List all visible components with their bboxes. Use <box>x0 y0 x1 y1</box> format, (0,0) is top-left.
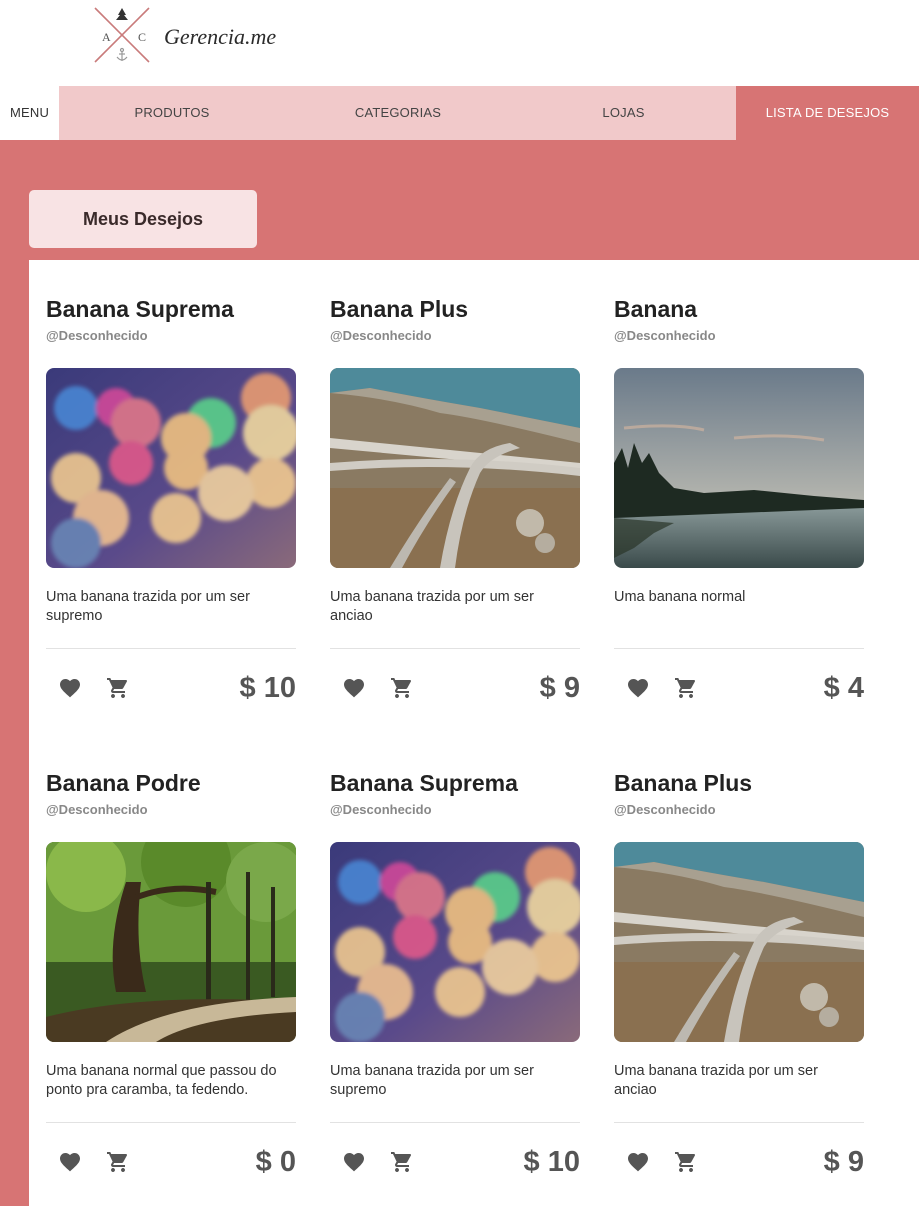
cart-icon[interactable] <box>674 1150 698 1174</box>
product-price: $ 0 <box>255 1146 296 1178</box>
product-price: $ 4 <box>823 672 864 704</box>
product-description: Uma banana trazida por um ser anciao <box>614 1063 818 1098</box>
product-card: Banana Plus @Desconhecido Uma banana tra… <box>614 768 864 1178</box>
accent-side <box>0 260 29 1206</box>
product-description: Uma banana normal <box>614 589 746 605</box>
page-title: Meus Desejos <box>29 190 257 248</box>
product-author[interactable]: @Desconhecido <box>46 327 296 345</box>
brand-name[interactable]: Gerencia.me <box>164 24 276 50</box>
product-price: $ 10 <box>239 672 296 704</box>
nav-item-lista-de-desejos[interactable]: LISTA DE DESEJOS <box>736 86 919 140</box>
product-author[interactable]: @Desconhecido <box>330 801 580 819</box>
product-author[interactable]: @Desconhecido <box>614 801 864 819</box>
product-description: Uma banana trazida por um ser anciao <box>330 589 534 624</box>
product-actions: $ 4 <box>614 668 864 708</box>
product-price: $ 10 <box>523 1146 580 1178</box>
nav-item-categorias[interactable]: CATEGORIAS <box>285 86 511 140</box>
product-actions: $ 10 <box>330 1142 580 1182</box>
product-card: Banana @Desconhecido Uma banana normal $… <box>614 294 864 704</box>
product-actions: $ 9 <box>614 1142 864 1182</box>
product-title[interactable]: Banana Suprema <box>46 294 296 324</box>
cart-icon[interactable] <box>390 676 414 700</box>
product-image[interactable] <box>46 842 296 1042</box>
product-card: Banana Podre @Desconhecido Uma banana no… <box>46 768 296 1178</box>
cart-icon[interactable] <box>106 676 130 700</box>
heart-icon[interactable] <box>58 1150 82 1174</box>
cart-icon[interactable] <box>674 676 698 700</box>
product-actions: $ 0 <box>46 1142 296 1182</box>
main-nav: MENU PRODUTOS CATEGORIAS LOJAS LISTA DE … <box>0 86 919 140</box>
product-price: $ 9 <box>823 1146 864 1178</box>
heart-icon[interactable] <box>342 676 366 700</box>
divider <box>614 1122 864 1123</box>
product-actions: $ 9 <box>330 668 580 708</box>
divider <box>614 648 864 649</box>
product-title[interactable]: Banana <box>614 294 864 324</box>
heart-icon[interactable] <box>342 1150 366 1174</box>
product-card: Banana Suprema @Desconhecido Uma banana … <box>330 768 580 1178</box>
product-image[interactable] <box>46 368 296 568</box>
wishlist-grid: Banana Suprema @Desconhecido Uma banana … <box>29 260 919 1206</box>
product-image[interactable] <box>614 842 864 1042</box>
heart-icon[interactable] <box>626 676 650 700</box>
divider <box>330 648 580 649</box>
product-image[interactable] <box>614 368 864 568</box>
heart-icon[interactable] <box>626 1150 650 1174</box>
product-description: Uma banana trazida por um ser supremo <box>46 589 250 624</box>
product-image[interactable] <box>330 368 580 568</box>
header: A C Gerencia.me <box>0 0 919 86</box>
nav-item-lojas[interactable]: LOJAS <box>511 86 736 140</box>
product-price: $ 9 <box>539 672 580 704</box>
product-title[interactable]: Banana Plus <box>330 294 580 324</box>
product-card: Banana Plus @Desconhecido Uma banana tra… <box>330 294 580 704</box>
product-author[interactable]: @Desconhecido <box>330 327 580 345</box>
nav-item-produtos[interactable]: PRODUTOS <box>59 86 285 140</box>
product-actions: $ 10 <box>46 668 296 708</box>
divider <box>330 1122 580 1123</box>
product-title[interactable]: Banana Plus <box>614 768 864 798</box>
product-title[interactable]: Banana Suprema <box>330 768 580 798</box>
product-description: Uma banana trazida por um ser supremo <box>330 1063 534 1098</box>
divider <box>46 648 296 649</box>
product-description: Uma banana normal que passou do ponto pr… <box>46 1063 277 1098</box>
cart-icon[interactable] <box>106 1150 130 1174</box>
logo-icon[interactable]: A C <box>93 6 151 64</box>
divider <box>46 1122 296 1123</box>
product-author[interactable]: @Desconhecido <box>46 801 296 819</box>
product-card: Banana Suprema @Desconhecido Uma banana … <box>46 294 296 704</box>
product-author[interactable]: @Desconhecido <box>614 327 864 345</box>
logo-letter-c: C <box>138 30 146 44</box>
cart-icon[interactable] <box>390 1150 414 1174</box>
logo-letter-a: A <box>102 30 111 44</box>
heart-icon[interactable] <box>58 676 82 700</box>
product-title[interactable]: Banana Podre <box>46 768 296 798</box>
product-image[interactable] <box>330 842 580 1042</box>
nav-menu[interactable]: MENU <box>0 86 59 140</box>
